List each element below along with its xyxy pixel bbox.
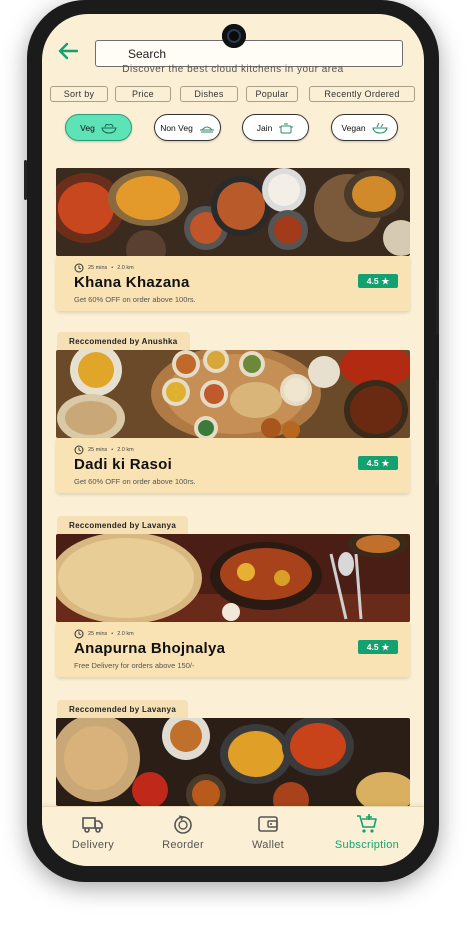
rating-value: 4.5 [366, 458, 379, 468]
delivery-meta: 25 mins • 2.0 km [74, 445, 134, 455]
delivery-distance: 2.0 km [117, 631, 134, 637]
offer-text: Get 60% OFF on order above 100rs. [74, 477, 196, 486]
tagline: Discover the best cloud kitchens in your… [122, 64, 344, 75]
search-input[interactable]: Search [95, 40, 403, 67]
filter-veg-label: Veg [80, 122, 95, 133]
recommended-tag: Reccomended by Lavanya [57, 700, 189, 718]
star-icon: ★ [381, 641, 390, 652]
dot-separator: • [111, 631, 114, 637]
fish-dish-icon [199, 126, 214, 132]
offer-text: Get 60% OFF on order above 100rs. [74, 295, 196, 304]
rating-badge: 4.5 ★ [358, 456, 398, 470]
clock-icon [74, 445, 84, 455]
kitchen-info: 25 mins • 2.0 km Khana Khazana Get 60% O… [56, 256, 410, 311]
delivery-distance: 2.0 km [117, 447, 134, 453]
star-icon: ★ [381, 275, 390, 286]
delivery-meta: 25 mins • 2.0 km [74, 629, 134, 639]
kitchen-info: 25 mins • 2.0 km Anapurna Bhojnalya Free… [56, 622, 410, 677]
power-button [436, 280, 439, 335]
kitchen-name[interactable]: Dadi ki Rasoi [74, 456, 172, 473]
sort-recently-ordered-chip[interactable]: Recently Ordered [309, 86, 415, 102]
food-image [56, 534, 410, 622]
bowl-icon [101, 123, 117, 134]
sort-popular-chip[interactable]: Popular [246, 86, 298, 102]
filter-jain-chip[interactable]: Jain [242, 114, 309, 141]
food-image [56, 718, 410, 806]
dot-separator: • [111, 447, 114, 453]
food-image [56, 168, 410, 256]
nav-reorder-label: Reorder [162, 839, 204, 851]
rating-value: 4.5 [366, 642, 379, 652]
recommended-tag: Reccomended by Lavanya [57, 516, 189, 534]
app-screen: Search Discover the best cloud kitchens … [42, 14, 424, 866]
offer-text: Free Delivery for orders above 150/- [74, 661, 195, 670]
nav-subscription[interactable]: Subscription [327, 813, 407, 859]
nav-subscription-label: Subscription [334, 839, 400, 851]
filter-non-veg-chip[interactable]: Non Veg [154, 114, 221, 141]
nav-wallet-label: Wallet [252, 839, 284, 851]
nav-delivery-label: Delivery [71, 839, 115, 851]
filter-vegan-label: Vegan [341, 122, 366, 133]
food-image [56, 350, 410, 438]
bottom-navigation: Delivery Reorder Wallet Subscription [42, 806, 424, 866]
delivery-meta: 25 mins • 2.0 km [74, 263, 134, 273]
filter-veg-chip[interactable]: Veg [65, 114, 132, 141]
mute-button [24, 160, 27, 200]
reorder-icon [174, 815, 192, 834]
nav-reorder[interactable]: Reorder [143, 813, 223, 859]
filter-vegan-chip[interactable]: Vegan [331, 114, 398, 141]
cooking-pot-icon [279, 123, 294, 133]
truck-icon [82, 817, 103, 833]
recommended-tag: Reccomended by Anushka [57, 332, 190, 350]
star-icon: ★ [381, 457, 390, 468]
clock-icon [74, 263, 84, 273]
sort-by-chip[interactable]: Sort by [50, 86, 108, 102]
volume-button [436, 380, 439, 485]
delivery-time: 25 mins [88, 447, 108, 453]
delivery-distance: 2.0 km [117, 265, 134, 271]
dot-separator: • [111, 265, 114, 271]
rating-badge: 4.5 ★ [358, 640, 398, 654]
rating-value: 4.5 [366, 276, 379, 286]
rating-badge: 4.5 ★ [358, 274, 398, 288]
back-arrow-icon[interactable] [58, 42, 78, 60]
sort-dishes-chip[interactable]: Dishes [180, 86, 238, 102]
kitchen-name[interactable]: Khana Khazana [74, 274, 190, 291]
sort-price-chip[interactable]: Price [115, 86, 171, 102]
salad-bowl-icon [371, 122, 388, 134]
filter-non-veg-label: Non Veg [160, 122, 193, 133]
nav-wallet[interactable]: Wallet [228, 813, 308, 859]
nav-delivery[interactable]: Delivery [53, 813, 133, 859]
wallet-icon [258, 816, 278, 832]
delivery-time: 25 mins [88, 631, 108, 637]
kitchen-info: 25 mins • 2.0 km Dadi ki Rasoi Get 60% O… [56, 438, 410, 493]
kitchen-name[interactable]: Anapurna Bhojnalya [74, 640, 225, 657]
cart-plus-icon [357, 814, 377, 833]
clock-icon [74, 629, 84, 639]
delivery-time: 25 mins [88, 265, 108, 271]
front-camera [222, 24, 246, 48]
filter-jain-label: Jain [256, 122, 273, 133]
